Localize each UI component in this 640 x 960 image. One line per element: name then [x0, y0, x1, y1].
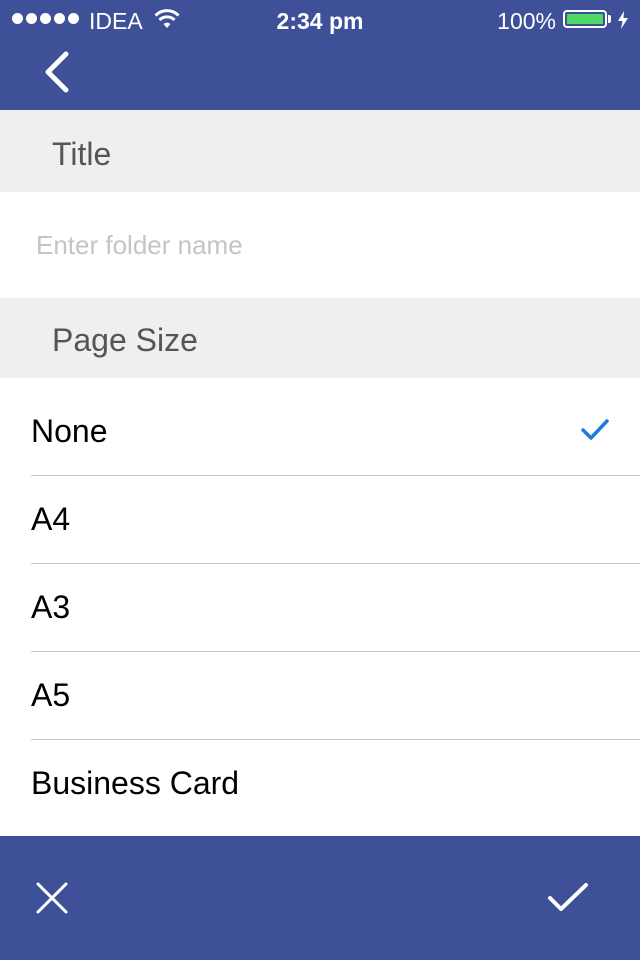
page-size-option-a5[interactable]: A5 [0, 652, 640, 740]
page-size-section-header: Page Size [0, 298, 640, 378]
page-size-option-none[interactable]: None [0, 388, 640, 476]
title-section-label: Title [52, 136, 112, 172]
charging-bolt-icon [618, 11, 628, 29]
battery-fill [567, 14, 603, 24]
cancel-button[interactable] [26, 872, 78, 924]
option-label: A5 [31, 677, 71, 713]
page-size-section-label: Page Size [52, 322, 198, 358]
page-size-option-a3[interactable]: A3 [0, 564, 640, 652]
battery-percent: 100% [497, 8, 556, 34]
checkmark-icon [548, 883, 588, 911]
page-size-option-a4[interactable]: A4 [0, 476, 640, 564]
option-label: Business Card [31, 765, 240, 801]
page-size-options-list: None A4 A3 A5 Business Card [0, 388, 640, 828]
folder-name-input[interactable] [0, 192, 640, 298]
close-icon [36, 882, 68, 914]
battery-tip [608, 15, 611, 23]
confirm-button[interactable] [540, 872, 596, 924]
option-label: A3 [31, 589, 71, 625]
top-bar: IDEA 2:34 pm 100% [0, 0, 640, 110]
battery-icon [563, 10, 607, 28]
title-section-header: Title [0, 110, 640, 192]
option-label: A4 [31, 501, 71, 537]
folder-settings-screen: IDEA 2:34 pm 100% Title P [0, 0, 640, 960]
option-label: None [31, 413, 108, 449]
checkmark-icon [581, 419, 609, 440]
page-size-option-business-card[interactable]: Business Card [0, 740, 640, 828]
status-bar: IDEA 2:34 pm 100% [0, 0, 640, 40]
chevron-left-icon [45, 51, 69, 93]
back-button[interactable] [28, 44, 84, 100]
bottom-toolbar [0, 836, 640, 960]
